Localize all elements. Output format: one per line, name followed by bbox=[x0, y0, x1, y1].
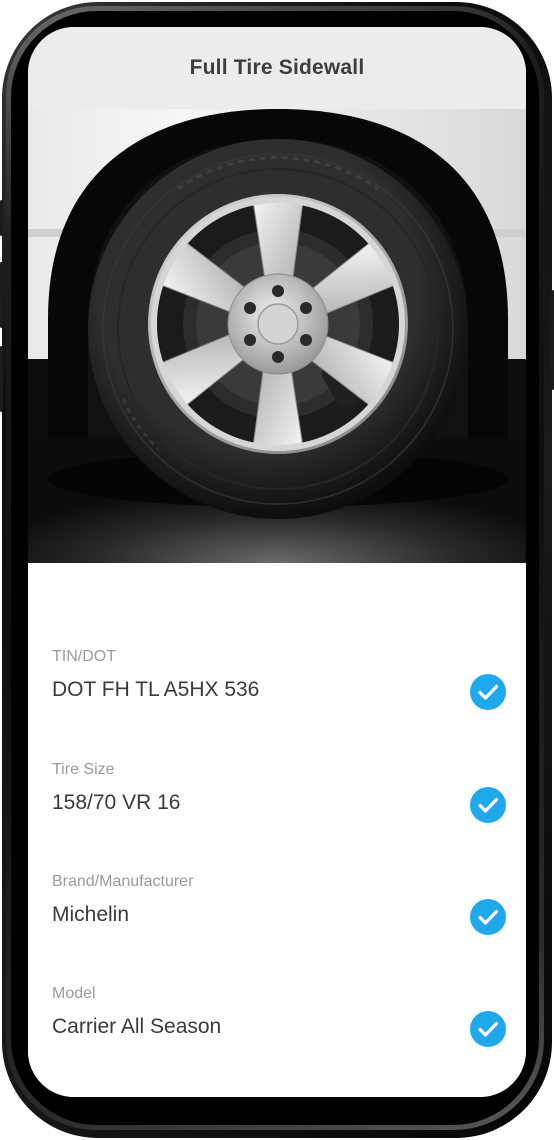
check-circle-icon bbox=[470, 899, 506, 935]
screen-header: Full Tire Sidewall bbox=[28, 27, 526, 109]
field-label: Brand/Manufacturer bbox=[52, 873, 194, 890]
page-title: Full Tire Sidewall bbox=[189, 56, 365, 79]
check-circle-icon bbox=[470, 787, 506, 823]
field-model: Model Carrier All Season bbox=[52, 985, 506, 1065]
phone-frame: Full Tire Sidewall TIN/DOT DOT FH TL A5H… bbox=[0, 0, 554, 1140]
field-value: Carrier All Season bbox=[52, 1015, 222, 1038]
field-label: Tire Size bbox=[52, 761, 115, 778]
check-circle-icon bbox=[470, 674, 506, 710]
field-tire-size: Tire Size 158/70 VR 16 bbox=[52, 761, 506, 841]
tire-wheel-illustration bbox=[28, 109, 526, 563]
field-value: DOT FH TL A5HX 536 bbox=[52, 678, 260, 701]
check-circle-icon bbox=[470, 1011, 506, 1047]
field-label: TIN/DOT bbox=[52, 648, 116, 665]
field-value: 158/70 VR 16 bbox=[52, 791, 181, 814]
phone-volume-up-button bbox=[0, 262, 3, 328]
app-screen: Full Tire Sidewall TIN/DOT DOT FH TL A5H… bbox=[28, 27, 526, 1097]
phone-volume-down-button bbox=[0, 346, 3, 412]
field-tin-dot: TIN/DOT DOT FH TL A5HX 536 bbox=[52, 648, 506, 728]
tire-photo bbox=[28, 109, 526, 563]
tire-details-list: TIN/DOT DOT FH TL A5HX 536 Tire Size 158… bbox=[28, 563, 526, 1097]
phone-side-button bbox=[0, 200, 3, 236]
field-value: Michelin bbox=[52, 903, 130, 926]
field-label: Model bbox=[52, 985, 96, 1002]
field-brand-manufacturer: Brand/Manufacturer Michelin bbox=[52, 873, 506, 953]
